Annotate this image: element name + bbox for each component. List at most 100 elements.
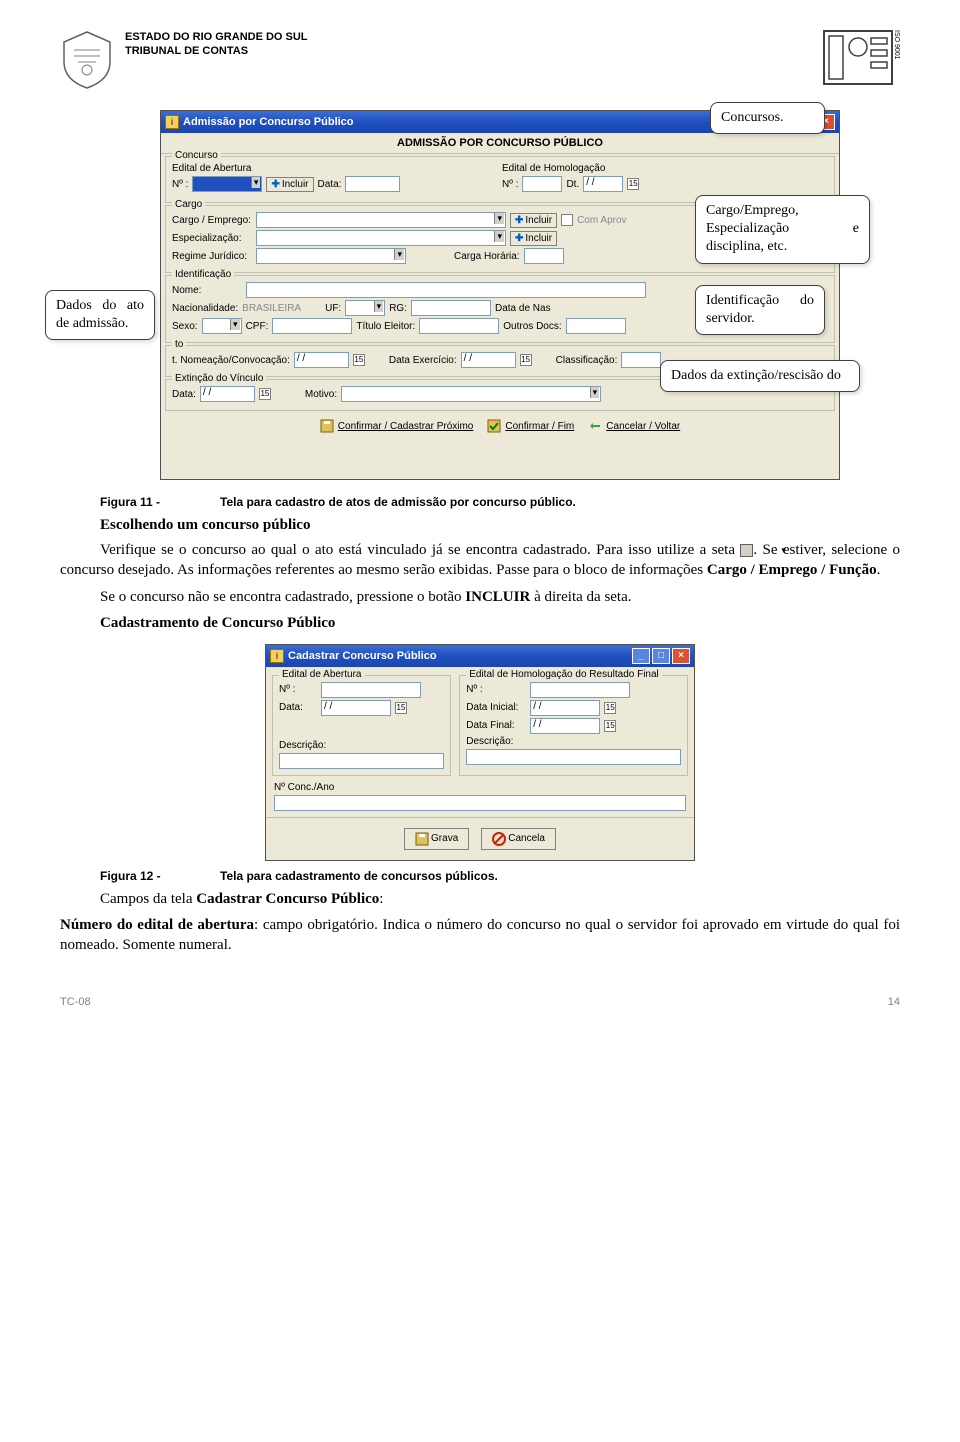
dropdown-icon: ▾ [740, 544, 753, 557]
paragraph-1: Verifique se o concurso ao qual o ato es… [60, 540, 900, 581]
uf-select[interactable] [345, 300, 385, 316]
calendar-icon-5[interactable]: 15 [395, 702, 407, 714]
rg-input[interactable] [411, 300, 491, 316]
calendar-icon-6[interactable]: 15 [604, 702, 616, 714]
data-ini-input[interactable]: / / [530, 700, 600, 716]
num-homolog-input-2[interactable] [530, 682, 630, 698]
data-label: Data: [318, 179, 342, 190]
callout-ident: Identificação do servidor. [695, 285, 825, 335]
minimize-button-2[interactable]: _ [632, 648, 650, 664]
nomeacao-label: t. Nomeação/Convocação: [172, 355, 290, 366]
cargo-label: Cargo / Emprego: [172, 215, 252, 226]
titlebar-2[interactable]: i Cadastrar Concurso Público _ □ × [266, 645, 694, 667]
nac-label: Nacionalidade: [172, 303, 238, 314]
calendar-icon-3[interactable]: 15 [520, 354, 532, 366]
close-button-2[interactable]: × [672, 648, 690, 664]
cancel-icon [588, 419, 602, 433]
calendar-icon-2[interactable]: 15 [353, 354, 365, 366]
conc-ano-label: Nº Conc./Ano [274, 782, 334, 793]
page-footer: TC-08 14 [60, 996, 900, 1008]
carga-input[interactable] [524, 248, 564, 264]
num-homolog-input[interactable] [522, 176, 562, 192]
figure12-caption: Figura 12 - Tela para cadastramento de c… [60, 869, 900, 883]
calendar-icon-7[interactable]: 15 [604, 720, 616, 732]
header-text: ESTADO DO RIO GRANDE DO SUL TRIBUNAL DE … [125, 30, 308, 59]
data-abertura-input[interactable] [345, 176, 400, 192]
cancela-button[interactable]: Cancela [481, 828, 556, 850]
conc-ano-input[interactable] [274, 795, 686, 811]
calendar-icon[interactable]: 15 [627, 178, 639, 190]
tce-logo-icon [823, 30, 893, 85]
ext-data-input[interactable]: / / [200, 386, 255, 402]
edital-abertura-label: Edital de Abertura [172, 163, 498, 174]
data-fin-input[interactable]: / / [530, 718, 600, 734]
ident-legend: Identificação [172, 269, 234, 280]
titulo-input[interactable] [419, 318, 499, 334]
regime-select[interactable] [256, 248, 406, 264]
data-fin-label: Data Final: [466, 720, 526, 731]
com-aprov-checkbox[interactable] [561, 214, 573, 226]
edital-abertura-select[interactable] [192, 176, 262, 192]
maximize-button-2[interactable]: □ [652, 648, 670, 664]
figure12-illustration: i Cadastrar Concurso Público _ □ × Edita… [60, 644, 900, 861]
page-number: 14 [888, 996, 900, 1008]
calendar-icon-4[interactable]: 15 [259, 388, 271, 400]
desc-abertura-input[interactable] [279, 753, 444, 769]
ext-motivo-select[interactable] [341, 386, 601, 402]
crest-icon [60, 30, 115, 90]
num-label-3: Nº : [279, 684, 317, 695]
data-abertura-input-2[interactable]: / / [321, 700, 391, 716]
espec-label: Especialização: [172, 233, 252, 244]
abertura-legend: Edital de Abertura [279, 669, 365, 680]
figure11-illustration: i Admissão por Concurso Público _ □ × AD… [60, 110, 900, 485]
cpf-label: CPF: [246, 321, 269, 332]
cancelar-voltar-button[interactable]: Cancelar / Voltar [588, 419, 680, 433]
carga-label: Carga Horária: [454, 251, 520, 262]
incluir-abertura-button[interactable]: ✚Incluir [266, 177, 313, 192]
save-end-icon [487, 419, 501, 433]
rg-label: RG: [389, 303, 407, 314]
grava-button[interactable]: Grava [404, 828, 469, 850]
confirmar-proximo-button[interactable]: Confirmar / Cadastrar Próximo [320, 419, 474, 433]
incluir-espec-button[interactable]: ✚Incluir [510, 231, 557, 246]
data-label-3: Data: [279, 702, 317, 713]
titulo-label: Título Eleitor: [356, 321, 415, 332]
callout-concursos: Concursos. [710, 102, 825, 134]
callout-extincao: Dados da extinção/rescisão do [660, 360, 860, 392]
bottom-buttons: Confirmar / Cadastrar Próximo Confirmar … [161, 413, 839, 439]
cadastrar-window: i Cadastrar Concurso Público _ □ × Edita… [265, 644, 695, 861]
outros-label: Outros Docs: [503, 321, 561, 332]
desc-label-1: Descrição: [279, 740, 326, 751]
paragraph-campos: Campos da tela Cadastrar Concurso Públic… [60, 889, 900, 909]
sexo-select[interactable] [202, 318, 242, 334]
header-line2: TRIBUNAL DE CONTAS [125, 44, 308, 58]
desc-label-2: Descrição: [466, 736, 513, 747]
classif-input[interactable] [621, 352, 661, 368]
com-aprov-label: Com Aprov [577, 215, 626, 226]
data-ex-input[interactable]: / / [461, 352, 516, 368]
cpf-input[interactable] [272, 318, 352, 334]
cancel-icon-2 [492, 832, 506, 846]
data-nasc-label: Data de Nas [495, 303, 551, 314]
nome-input[interactable] [246, 282, 646, 298]
homolog-fieldset: Edital de Homologação do Resultado Final… [459, 675, 688, 776]
outros-input[interactable] [566, 318, 626, 334]
num-abertura-input[interactable] [321, 682, 421, 698]
header-line1: ESTADO DO RIO GRANDE DO SUL [125, 30, 308, 44]
espec-select[interactable] [256, 230, 506, 246]
cargo-select[interactable] [256, 212, 506, 228]
desc-homolog-input[interactable] [466, 749, 681, 765]
homolog-legend: Edital de Homologação do Resultado Final [466, 669, 662, 680]
header-left: ESTADO DO RIO GRANDE DO SUL TRIBUNAL DE … [60, 30, 308, 90]
nac-value: BRASILEIRA [242, 303, 301, 314]
confirmar-fim-button[interactable]: Confirmar / Fim [487, 419, 574, 433]
incluir-cargo-button[interactable]: ✚Incluir [510, 213, 557, 228]
figure11-caption: Figura 11 - Tela para cadastro de atos d… [60, 495, 900, 509]
data-ex-label: Data Exercício: [389, 355, 457, 366]
window-title-2: Cadastrar Concurso Público [288, 650, 437, 662]
iso-label: ISO 9001 [893, 30, 900, 60]
doc-code: TC-08 [60, 996, 91, 1008]
dt-homolog-input[interactable]: / / [583, 176, 623, 192]
nomeacao-input[interactable]: / / [294, 352, 349, 368]
window-icon-2: i [270, 649, 284, 663]
